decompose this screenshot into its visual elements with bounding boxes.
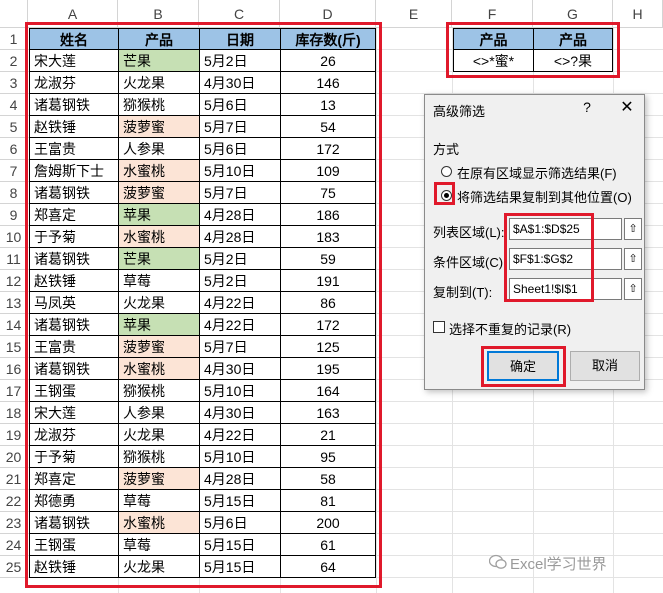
row-header[interactable]: 14 xyxy=(0,314,28,336)
row-header[interactable]: 19 xyxy=(0,424,28,446)
list-range-highlight xyxy=(25,22,382,588)
column-header-e[interactable]: E xyxy=(376,0,452,28)
watermark-text: Excel学习世界 xyxy=(510,556,607,573)
row-header[interactable]: 21 xyxy=(0,468,28,490)
row-header[interactable]: 23 xyxy=(0,512,28,534)
criteria-range-picker-icon[interactable]: ⇧ xyxy=(624,248,642,270)
section-label-mode: 方式 xyxy=(433,142,460,157)
row-header[interactable]: 25 xyxy=(0,556,28,578)
row-header[interactable]: 8 xyxy=(0,182,28,204)
copy-to-label: 复制到(T): xyxy=(433,285,493,300)
row-header[interactable]: 18 xyxy=(0,402,28,424)
row-header[interactable]: 15 xyxy=(0,336,28,358)
copy-option-highlight xyxy=(434,182,455,205)
row-header[interactable]: 22 xyxy=(0,490,28,512)
row-header[interactable]: 11 xyxy=(0,248,28,270)
select-all-corner[interactable] xyxy=(0,0,28,28)
row-header[interactable]: 9 xyxy=(0,204,28,226)
range-inputs-highlight xyxy=(504,213,594,302)
unique-records-label[interactable]: 选择不重复的记录(R) xyxy=(449,319,571,338)
row-header[interactable]: 7 xyxy=(0,160,28,182)
row-header[interactable]: 1 xyxy=(0,28,28,50)
row-header[interactable]: 10 xyxy=(0,226,28,248)
row-header[interactable]: 5 xyxy=(0,116,28,138)
row-header[interactable]: 6 xyxy=(0,138,28,160)
row-header[interactable]: 20 xyxy=(0,446,28,468)
row-header[interactable]: 3 xyxy=(0,72,28,94)
row-header[interactable]: 12 xyxy=(0,270,28,292)
row-header[interactable]: 16 xyxy=(0,358,28,380)
copy-to-picker-icon[interactable]: ⇧ xyxy=(624,278,642,300)
row-header[interactable]: 13 xyxy=(0,292,28,314)
row-header[interactable]: 4 xyxy=(0,94,28,116)
row-header[interactable]: 17 xyxy=(0,380,28,402)
list-range-picker-icon[interactable]: ⇧ xyxy=(624,218,642,240)
unique-records-checkbox[interactable] xyxy=(433,321,445,333)
help-icon[interactable]: ? xyxy=(579,99,595,115)
criteria-range-label: 条件区域(C): xyxy=(433,255,507,270)
criteria-range-highlight xyxy=(446,22,620,78)
close-icon[interactable]: ✕ xyxy=(618,97,636,117)
column-header-h[interactable]: H xyxy=(613,0,663,28)
ok-button-highlight xyxy=(481,346,566,387)
row-header[interactable]: 24 xyxy=(0,534,28,556)
radio-filter-in-place-label[interactable]: 在原有区域显示筛选结果(F) xyxy=(457,163,617,182)
wechat-icon xyxy=(489,554,507,569)
cancel-button[interactable]: 取消 xyxy=(570,351,640,381)
radio-copy-to-location-label[interactable]: 将筛选结果复制到其他位置(O) xyxy=(457,187,632,206)
radio-filter-in-place[interactable] xyxy=(441,166,452,177)
dialog-title: 高级筛选 xyxy=(433,104,486,119)
row-header[interactable]: 2 xyxy=(0,50,28,72)
list-range-label: 列表区域(L): xyxy=(433,225,505,240)
